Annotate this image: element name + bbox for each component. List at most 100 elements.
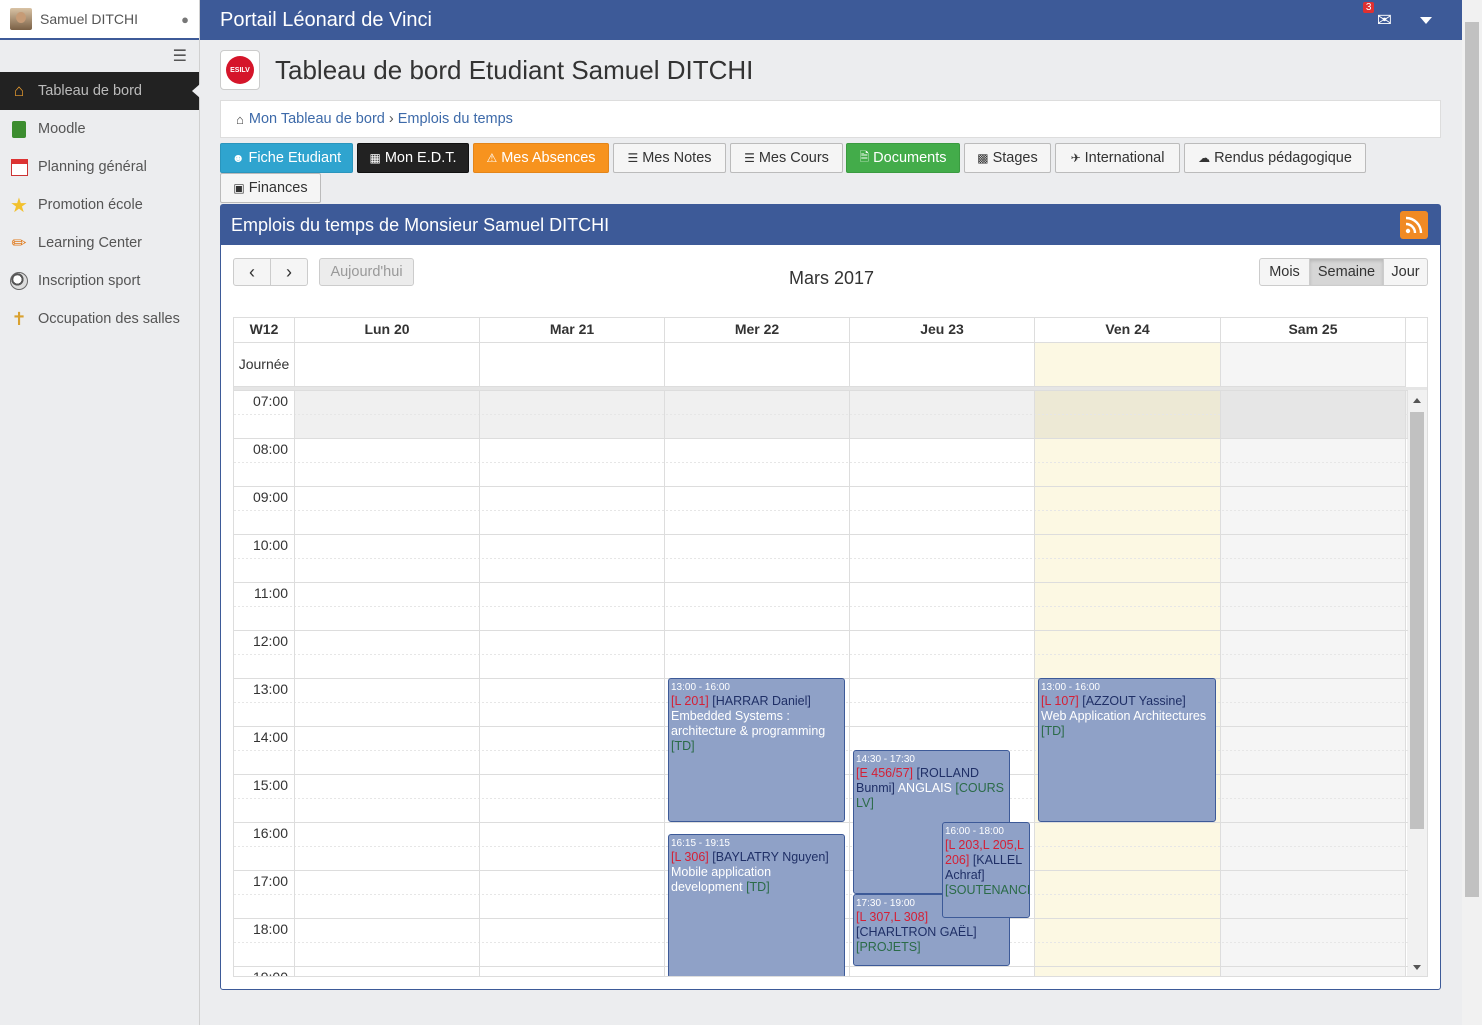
view-week-button[interactable]: Semaine bbox=[1309, 258, 1384, 286]
chevron-down-icon[interactable] bbox=[1420, 16, 1432, 24]
event-time: 13:00 - 16:00 bbox=[671, 682, 730, 693]
home-icon: ⌂ bbox=[13, 81, 25, 100]
sidebar-item-learning-center[interactable]: ✏ Learning Center bbox=[0, 224, 199, 262]
event-room: [L 307,L 308] bbox=[856, 910, 929, 924]
calendar-scrollbar-thumb[interactable] bbox=[1410, 412, 1424, 829]
hour-line bbox=[234, 582, 1408, 583]
view-day-button[interactable]: Jour bbox=[1383, 258, 1428, 286]
hour-line bbox=[234, 822, 1408, 823]
day-header: Jeu 23 bbox=[850, 318, 1035, 343]
hour-line bbox=[234, 390, 1408, 391]
sidebar-item-moodle[interactable]: Moodle bbox=[0, 110, 199, 148]
calendar-scrollbar[interactable] bbox=[1407, 390, 1427, 976]
allday-cell[interactable] bbox=[1035, 343, 1221, 387]
allday-cell[interactable] bbox=[1221, 343, 1406, 387]
event-room: [E 456/57] bbox=[856, 766, 913, 780]
button-label: Fiche Etudiant bbox=[248, 150, 342, 166]
sidebar-item-planning[interactable]: Planning général bbox=[0, 148, 199, 186]
calendar-event[interactable]: 16:00 - 18:00 [L 203,L 205,L 206] [KALLEL… bbox=[942, 822, 1030, 918]
event-body: [E 456/57] [ROLLAND Bunmi] ANGLAIS [COUR… bbox=[856, 766, 1007, 811]
finances-button[interactable]: ▣ Finances bbox=[220, 173, 321, 203]
briefcase-icon: ▩ bbox=[977, 151, 989, 165]
scroll-down-icon[interactable] bbox=[1413, 965, 1421, 970]
user-icon: ☻ bbox=[231, 151, 245, 165]
event-teacher: [AZZOUT Yassine] bbox=[1082, 694, 1186, 708]
hour-line bbox=[234, 486, 1408, 487]
fiche-etudiant-button[interactable]: ☻ Fiche Etudiant bbox=[220, 143, 353, 173]
sidebar-item-promotion[interactable]: ★ Promotion école bbox=[0, 186, 199, 224]
allday-cell[interactable] bbox=[480, 343, 665, 387]
signpost-icon: ✝ bbox=[11, 308, 27, 329]
week-number: W12 bbox=[234, 318, 295, 343]
time-label: 18:00 bbox=[252, 921, 288, 937]
documents-button[interactable]: 🗎 Documents bbox=[846, 143, 960, 173]
day-header: Mar 21 bbox=[480, 318, 665, 343]
scrollbar-thumb[interactable] bbox=[1465, 22, 1479, 897]
avatar bbox=[10, 8, 32, 30]
calendar-event[interactable]: 13:00 - 16:00 [L 201] [HARRAR Daniel] Emb… bbox=[668, 678, 845, 822]
envelope-icon: ✉ bbox=[1376, 9, 1392, 30]
user-name: Samuel DITCHI bbox=[40, 11, 139, 27]
top-navbar: Portail Léonard de Vinci ✉ 3 bbox=[200, 0, 1462, 40]
sidebar-item-label: Learning Center bbox=[38, 235, 142, 251]
mail-count-badge: 3 bbox=[1362, 1, 1375, 13]
portal-title: Portail Léonard de Vinci bbox=[220, 8, 432, 31]
time-label: 14:00 bbox=[252, 729, 288, 745]
scroll-up-icon[interactable] bbox=[1413, 398, 1421, 403]
event-body: [L 203,L 205,L 206] [KALLEL Achraf] [SOU… bbox=[945, 838, 1029, 898]
button-label: Rendus pédagogique bbox=[1214, 150, 1352, 166]
breadcrumb-home-link[interactable]: Mon Tableau de bord bbox=[249, 111, 385, 127]
calendar-event[interactable]: 16:15 - 19:15 [L 306] [BAYLATRY Nguyen] M… bbox=[668, 834, 845, 976]
button-label: Mon E.D.T. bbox=[384, 150, 457, 166]
sidebar-item-salles[interactable]: ✝ Occupation des salles bbox=[0, 300, 199, 338]
week-grid: W12 Journée Lun 20 Mar 21 Mer 22 Jeu 23 Ven … bbox=[233, 317, 1428, 977]
list-icon: ☰ bbox=[744, 151, 755, 165]
star-icon: ★ bbox=[10, 194, 28, 217]
mes-absences-button[interactable]: ⚠ Mes Absences bbox=[473, 143, 609, 173]
day-header: Sam 25 bbox=[1221, 318, 1406, 343]
hour-line bbox=[234, 630, 1408, 631]
panel-header: Emplois du temps de Monsieur Samuel DITC… bbox=[221, 205, 1440, 245]
cloud-upload-icon: ☁ bbox=[1198, 151, 1211, 165]
page-scrollbar[interactable] bbox=[1462, 0, 1482, 1025]
breadcrumb-current[interactable]: Emplois du temps bbox=[398, 111, 513, 127]
user-icon[interactable]: ● bbox=[181, 12, 189, 27]
rss-feed-button[interactable] bbox=[1400, 211, 1428, 239]
event-time: 14:30 - 17:30 bbox=[856, 754, 915, 765]
rendus-pedagogique-button[interactable]: ☁ Rendus pédagogique bbox=[1184, 143, 1366, 173]
menu-icon[interactable]: ☰ bbox=[173, 46, 187, 66]
sidebar-item-sport[interactable]: Inscription sport bbox=[0, 262, 199, 300]
column-line bbox=[1405, 390, 1406, 976]
hour-line bbox=[234, 438, 1408, 439]
allday-cell[interactable] bbox=[850, 343, 1035, 387]
sidebar-toggle[interactable]: ☰ bbox=[0, 40, 199, 72]
breadcrumb-separator: › bbox=[388, 111, 394, 127]
sidebar: Samuel DITCHI ● ☰ ⌂ Tableau de bord Mood… bbox=[0, 0, 200, 1025]
time-label: 16:00 bbox=[252, 825, 288, 841]
allday-cell[interactable] bbox=[665, 343, 850, 387]
sidebar-item-tableau-de-bord[interactable]: ⌂ Tableau de bord bbox=[0, 72, 200, 110]
day-column-highlight bbox=[1221, 390, 1406, 976]
calendar-event[interactable]: 13:00 - 16:00 [L 107] [AZZOUT Yassine] We… bbox=[1038, 678, 1216, 822]
allday-cell[interactable] bbox=[295, 343, 480, 387]
page-title: Tableau de bord Etudiant Samuel DITCHI bbox=[275, 55, 754, 85]
plane-icon: ✈ bbox=[1070, 151, 1081, 165]
mes-cours-button[interactable]: ☰ Mes Cours bbox=[730, 143, 843, 173]
mail-button[interactable]: ✉ 3 bbox=[1362, 1, 1392, 31]
half-hour-line bbox=[234, 654, 1408, 655]
time-label: 13:00 bbox=[252, 681, 288, 697]
international-button[interactable]: ✈ International bbox=[1055, 143, 1180, 173]
mes-notes-button[interactable]: ☰ Mes Notes bbox=[613, 143, 726, 173]
time-label: 10:00 bbox=[252, 537, 288, 553]
column-line bbox=[849, 390, 850, 976]
mon-edt-button[interactable]: ▦ Mon E.D.T. bbox=[357, 143, 469, 173]
time-label: 08:00 bbox=[252, 441, 288, 457]
logo-mark: ESILV bbox=[226, 56, 254, 84]
stages-button[interactable]: ▩ Stages bbox=[964, 143, 1051, 173]
sidebar-item-label: Occupation des salles bbox=[38, 311, 180, 327]
view-month-button[interactable]: Mois bbox=[1259, 258, 1310, 286]
time-label: 07:00 bbox=[252, 393, 288, 409]
event-type: [TD] bbox=[671, 739, 695, 753]
event-room: [L 107] bbox=[1041, 694, 1079, 708]
time-label: 09:00 bbox=[252, 489, 288, 505]
